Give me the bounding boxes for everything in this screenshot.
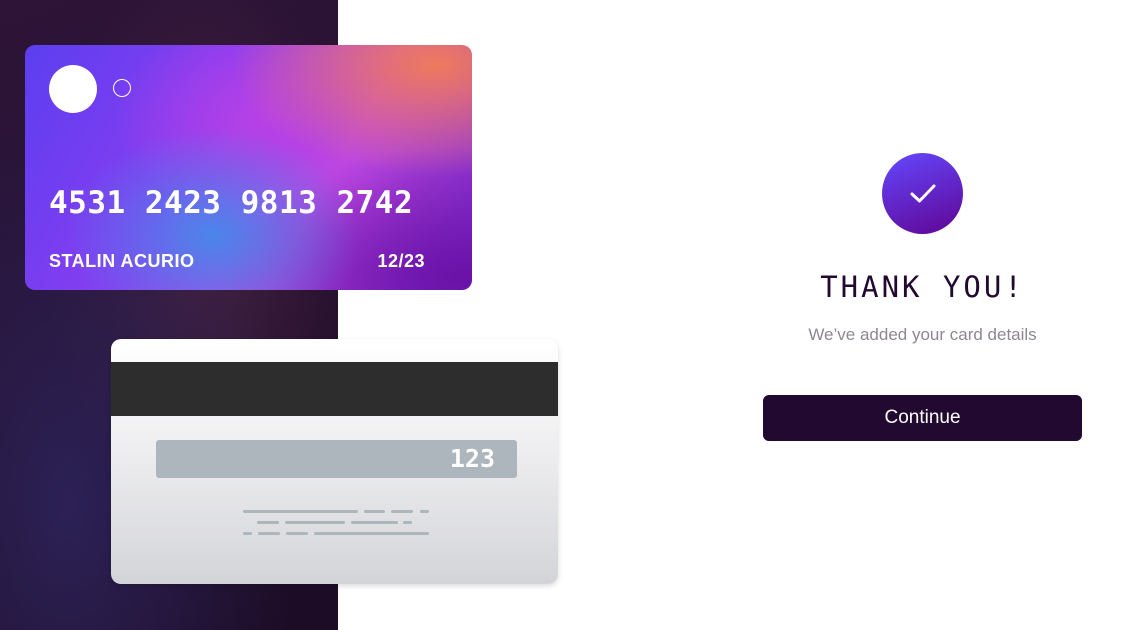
decorative-line (285, 521, 345, 524)
card-cvc: 123 (449, 444, 495, 473)
decorative-line (243, 510, 358, 513)
continue-button[interactable]: Continue (763, 395, 1082, 441)
confirmation-message: We’ve added your card details (808, 325, 1037, 344)
decorative-line-row (111, 510, 558, 521)
card-logo-circle-large (49, 65, 97, 113)
magnetic-stripe (111, 362, 558, 416)
decorative-line (243, 532, 252, 535)
card-logo-circle-small (113, 79, 131, 97)
decorative-line-row (111, 532, 558, 543)
confirmation-title: THANK YOU! (820, 270, 1025, 304)
decorative-line (286, 532, 308, 535)
card-number: 4531 2423 9813 2742 (49, 185, 414, 221)
success-badge (882, 153, 963, 234)
checkmark-icon (910, 184, 935, 202)
decorative-line (420, 510, 429, 513)
decorative-line (314, 532, 429, 535)
cvc-strip: 123 (156, 440, 517, 478)
decorative-line (257, 521, 279, 524)
card-expiry-date: 12/23 (377, 251, 425, 271)
decorative-line (351, 521, 398, 524)
card-front: 4531 2423 9813 2742 STALIN ACURIO 12/23 (25, 45, 472, 290)
decorative-line (403, 521, 412, 524)
decorative-line (364, 510, 385, 513)
decorative-line (391, 510, 413, 513)
card-back-decorative-lines (111, 510, 558, 543)
page: 4531 2423 9813 2742 STALIN ACURIO 12/23 … (0, 0, 1139, 630)
card-back: 123 (111, 339, 558, 584)
decorative-line-row (111, 521, 558, 532)
decorative-line (258, 532, 280, 535)
cardholder-name: STALIN ACURIO (49, 251, 195, 271)
